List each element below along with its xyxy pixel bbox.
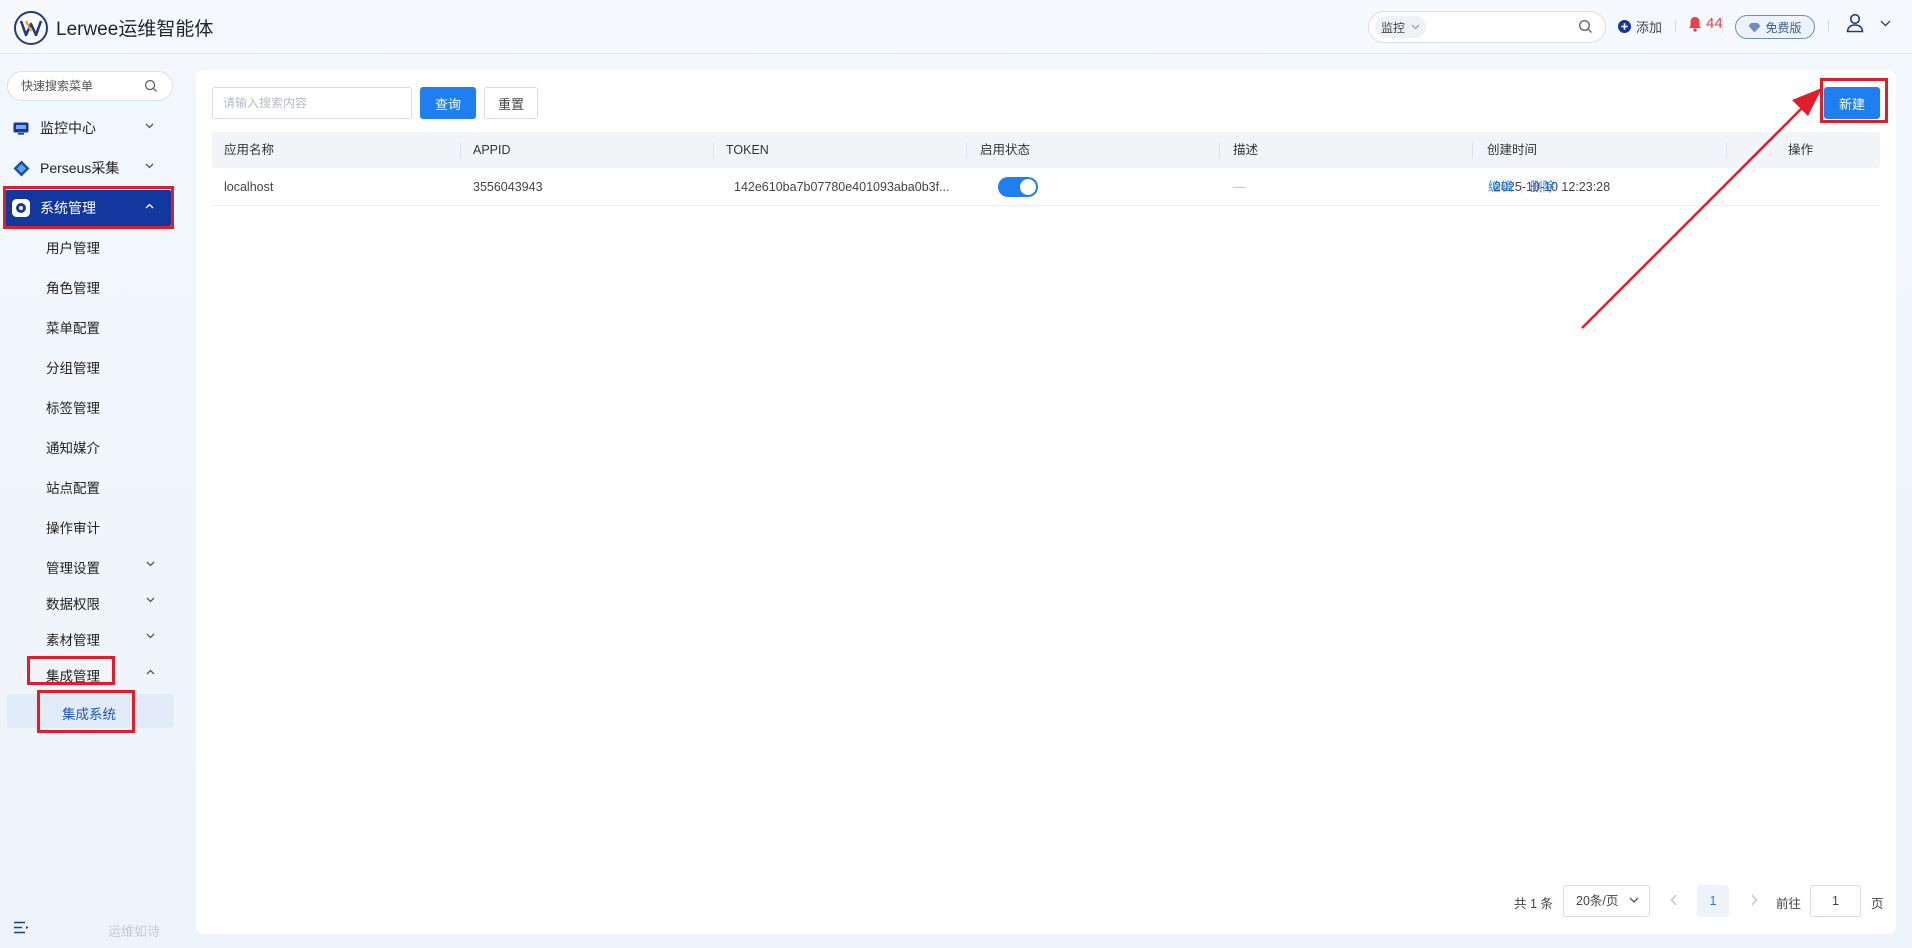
annotation-arrow [1581,88,1822,329]
